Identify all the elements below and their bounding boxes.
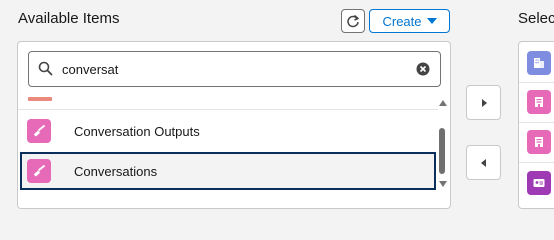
- search-input[interactable]: conversat: [28, 51, 441, 87]
- clear-icon[interactable]: [416, 62, 430, 76]
- refresh-icon: [347, 14, 359, 28]
- move-to-selected-button[interactable]: [466, 85, 501, 120]
- search-icon: [38, 61, 53, 76]
- create-button[interactable]: Create: [369, 9, 450, 33]
- scroll-up-arrow-icon[interactable]: [439, 100, 447, 106]
- list-item-label: Conversations: [74, 163, 158, 179]
- office-building-icon: [527, 90, 551, 114]
- scroll-down-arrow-icon[interactable]: [439, 181, 447, 187]
- partial-item-indicator: [28, 97, 52, 101]
- refresh-button[interactable]: [341, 9, 365, 33]
- selected-items-title: Selec: [518, 10, 554, 27]
- available-items-title: Available Items: [18, 10, 120, 27]
- list-item-label: Conversation Outputs: [74, 123, 200, 139]
- selected-items-list: [518, 41, 554, 209]
- divider: [519, 162, 554, 163]
- create-button-label: Create: [382, 13, 422, 29]
- chevron-down-icon: [426, 18, 437, 24]
- building-icon: [527, 51, 551, 75]
- available-items-list: conversat Conversation Outputs Conversat…: [17, 41, 451, 209]
- search-input-value: conversat: [62, 62, 119, 77]
- conversation-item-icon: [27, 159, 51, 183]
- conversation-item-icon: [27, 119, 51, 143]
- divider: [519, 82, 554, 83]
- scrollbar-thumb[interactable]: [439, 128, 445, 174]
- office-building-icon: [527, 130, 551, 154]
- divider: [18, 109, 438, 110]
- divider: [519, 122, 554, 123]
- move-to-available-button[interactable]: [466, 145, 501, 180]
- list-item[interactable]: Conversation Outputs: [20, 112, 436, 150]
- chevron-right-icon: [481, 98, 487, 107]
- contact-card-icon: [527, 171, 551, 195]
- list-item-selected[interactable]: Conversations: [20, 152, 436, 190]
- chevron-left-icon: [480, 158, 486, 167]
